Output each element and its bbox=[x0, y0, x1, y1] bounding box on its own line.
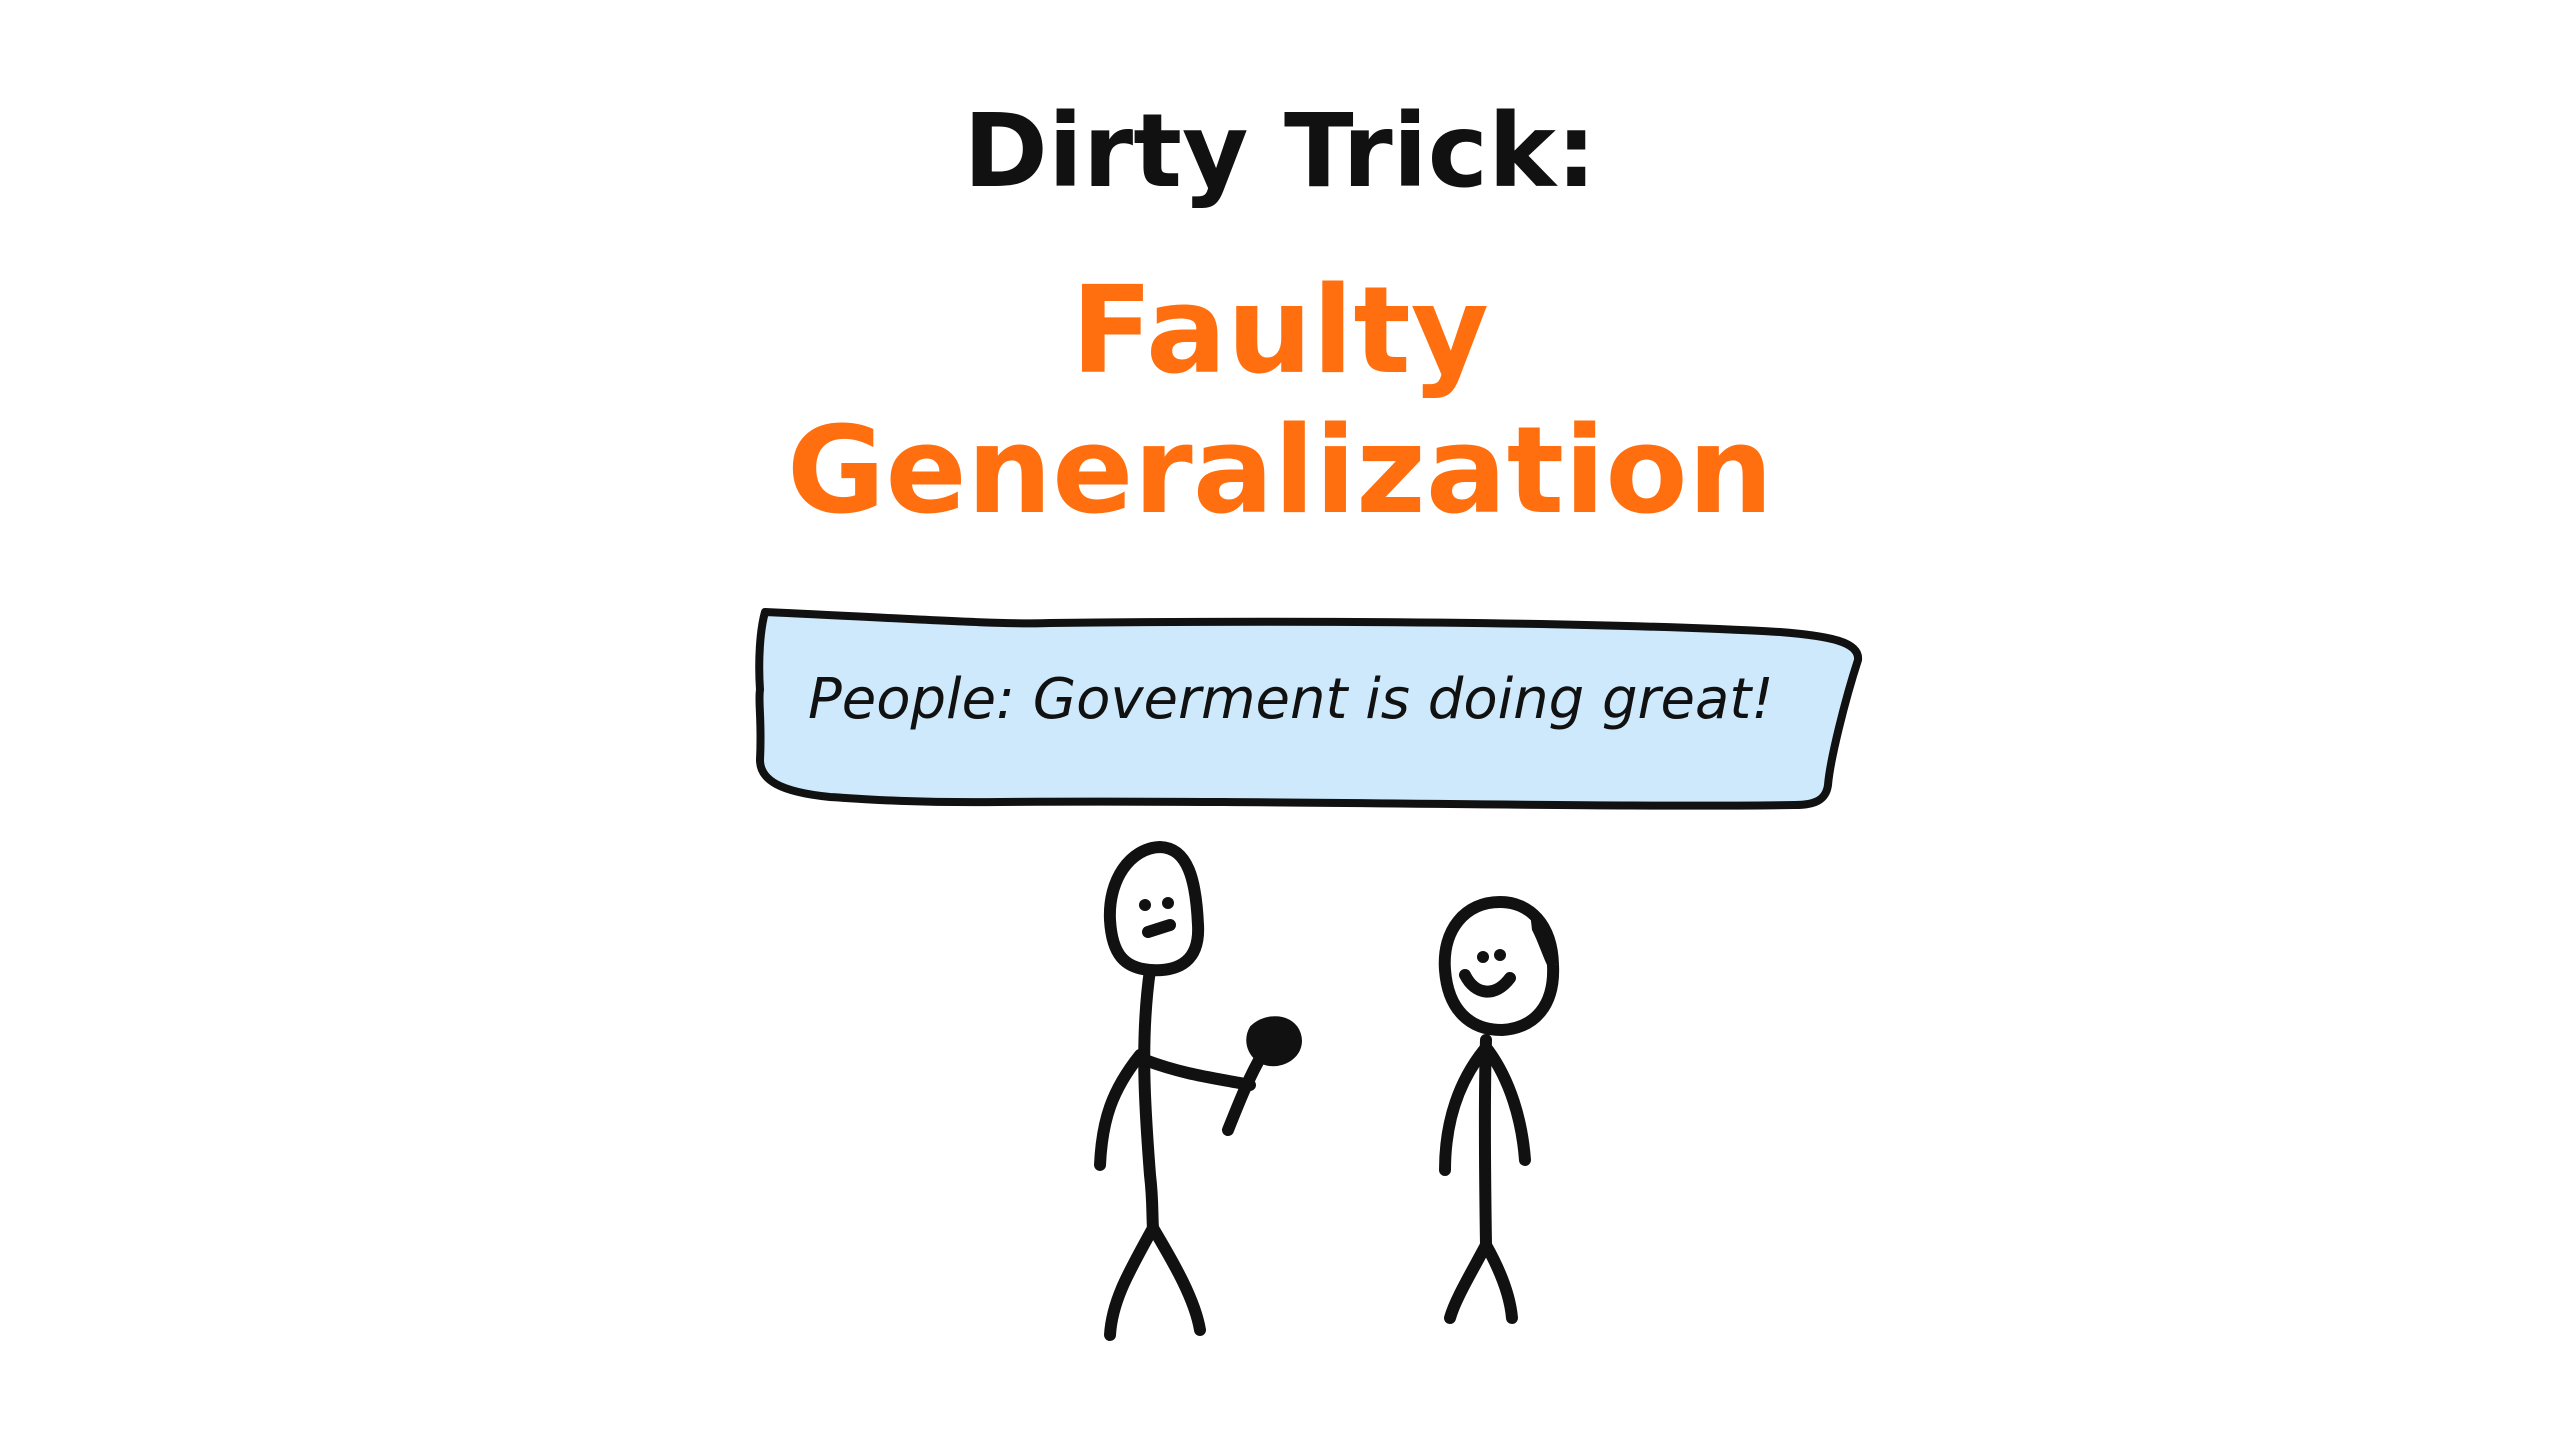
interviewer-eye bbox=[1162, 897, 1174, 909]
illustration: People: Goverment is doing great! bbox=[755, 608, 1862, 1341]
stick-figure-respondent bbox=[1438, 896, 1560, 1324]
interviewer-arm-left bbox=[1094, 1049, 1146, 1171]
respondent-leg-right bbox=[1480, 1239, 1518, 1324]
interviewer-eye bbox=[1139, 899, 1151, 911]
respondent-arm-left bbox=[1439, 1044, 1490, 1176]
respondent-eye bbox=[1477, 951, 1489, 963]
respondent-arm-right bbox=[1482, 1044, 1531, 1166]
respondent-leg-left bbox=[1444, 1239, 1492, 1324]
respondent-eye bbox=[1494, 949, 1506, 961]
interviewer-mouth bbox=[1142, 919, 1176, 938]
interviewer-body bbox=[1138, 964, 1159, 1234]
speech-bubble: People: Goverment is doing great! bbox=[755, 608, 1862, 810]
interviewer-leg-left bbox=[1104, 1222, 1159, 1341]
interviewer-leg-right bbox=[1147, 1222, 1206, 1336]
respondent-body bbox=[1478, 1034, 1492, 1251]
interviewer-head bbox=[1103, 841, 1205, 977]
microphone-head bbox=[1246, 1016, 1302, 1067]
respondent-smile bbox=[1459, 969, 1516, 998]
microphone-handle bbox=[1222, 1049, 1268, 1136]
stick-figure-interviewer bbox=[1094, 841, 1302, 1341]
speech-bubble-text: People: Goverment is doing great! bbox=[808, 667, 1774, 732]
interviewer-arm-right bbox=[1139, 1054, 1256, 1091]
